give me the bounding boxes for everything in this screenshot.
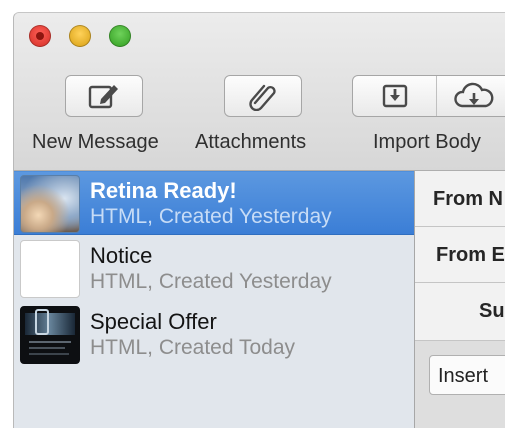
message-subtitle: HTML, Created Yesterday [90,205,332,228]
message-title: Notice [90,243,153,268]
insert-button[interactable]: Insert [429,355,505,395]
message-list: Retina Ready! HTML, Created Yesterday No… [14,171,415,428]
message-subtitle: HTML, Created Yesterday [90,270,332,293]
new-message-label: New Message [32,131,159,153]
import-body-button[interactable] [353,76,438,116]
dark-newsletter-thumbnail [20,306,80,364]
close-window-button[interactable] [29,25,51,47]
from-name-row: From N [415,171,505,227]
minimize-window-button[interactable] [69,25,91,47]
new-message-button[interactable] [65,75,143,117]
from-name-label: From N [433,188,503,210]
blank-page-thumbnail [20,240,80,298]
attachments-button[interactable] [224,75,302,117]
message-title: Special Offer [90,309,217,334]
list-item[interactable]: Retina Ready! HTML, Created Yesterday [14,171,414,235]
app-window: New Message Attachments Import Body Reti… [13,12,505,428]
download-tray-icon [382,84,407,108]
from-email-label: From E [436,244,505,266]
cloud-sky-thumbnail [20,175,80,233]
list-item[interactable]: Notice HTML, Created Yesterday [14,237,414,301]
list-item[interactable]: Special Offer HTML, Created Today [14,303,414,367]
message-subtitle: HTML, Created Today [90,336,296,359]
cloud-download-icon [454,82,494,108]
toolbar: New Message Attachments Import Body [14,13,505,171]
import-body-button-group [352,75,505,117]
import-body-label: Import Body [373,131,481,153]
message-title: Retina Ready! [90,178,237,203]
subject-row: Su [415,283,505,341]
message-details-pane: From N From E Su Insert [415,171,505,428]
from-email-row: From E [415,227,505,283]
compose-icon [88,85,118,109]
subject-label: Su [479,300,505,322]
import-from-cloud-button[interactable] [437,76,505,116]
zoom-window-button[interactable] [109,25,131,47]
attachments-label: Attachments [195,131,307,153]
paperclip-icon [249,84,276,111]
